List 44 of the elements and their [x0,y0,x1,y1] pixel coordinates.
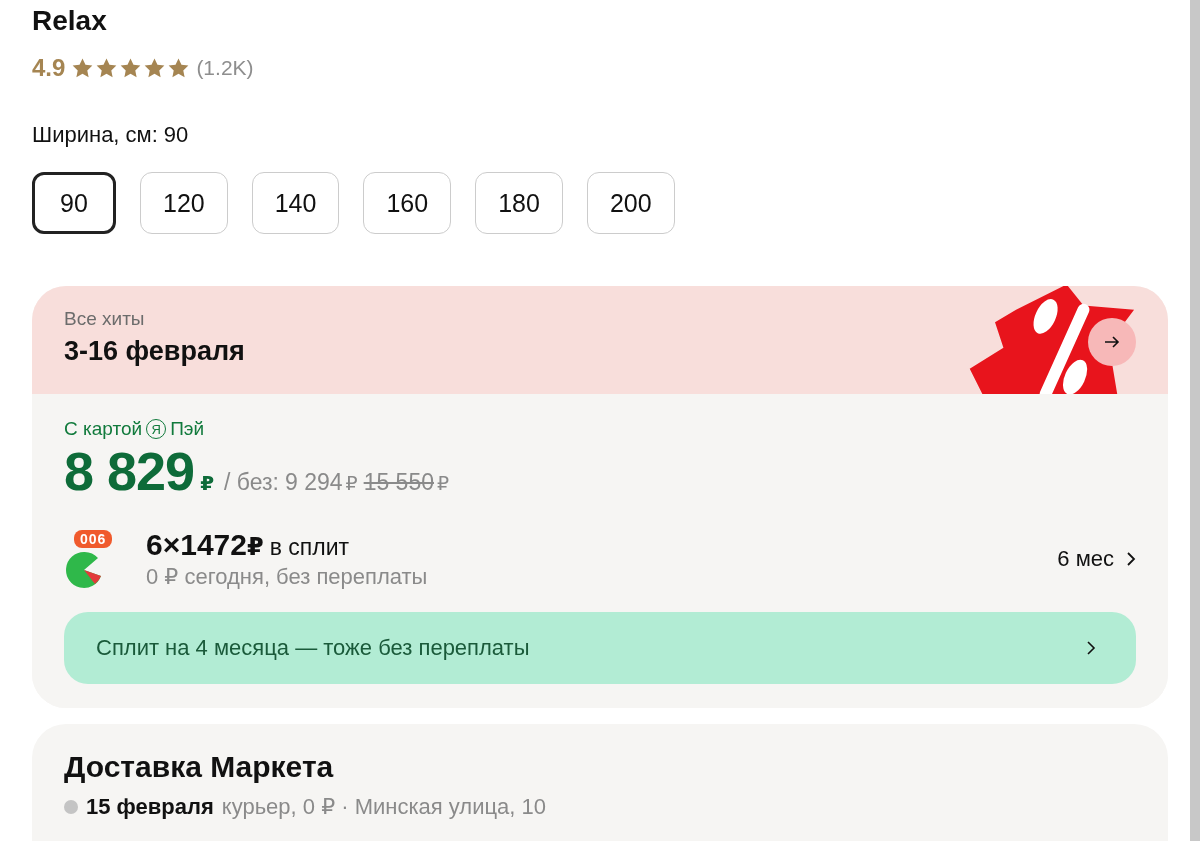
chevron-right-icon [1126,551,1136,567]
star-icon [71,57,95,79]
delivery-title: Доставка Маркета [64,750,335,784]
split-offer-banner[interactable]: Сплит на 4 месяца — тоже без переплаты [64,612,1136,684]
counter-badge: 006 [74,530,113,548]
status-dot [64,800,78,814]
width-option[interactable]: 160 [363,172,452,234]
promo-banner[interactable]: Все хиты 3-16 февраля [32,286,1168,394]
card-price: 8 829 [64,440,195,502]
delivery-date: 15 февраля [86,794,214,820]
chevron-right-icon [1086,640,1096,656]
star-icon [95,57,119,79]
star-icon [119,57,143,79]
scrollbar[interactable] [1190,0,1200,841]
old-price: 15 550 [363,469,434,496]
width-option[interactable]: 120 [140,172,228,234]
promo-caption: Все хиты [64,308,146,330]
width-value: 90 [163,122,189,148]
width-option[interactable]: 200 [586,172,675,234]
promo-dates: 3-16 февраля [64,336,245,367]
split-row[interactable]: 006 6×1472₽ в сплит 0 ₽ сегодня, без переплаты 6 мес [64,524,1136,594]
pay-name: Пэй [170,418,205,440]
width-option[interactable]: 140 [251,172,340,234]
star-icon [167,57,191,79]
split-subtitle: 0 ₽ сегодня, без переплаты [146,564,429,590]
currency-sign: ₽ [246,533,264,560]
currency-sign: ₽ [437,472,450,495]
installment-amount: 6×1472 [146,528,247,561]
product-title: Relax [32,4,108,38]
split-period: 6 мес [1057,546,1114,572]
regular-price: 9 294 [285,469,343,496]
split-offer-text: Сплит на 4 месяца — тоже без переплаты [96,635,530,661]
card-label: С картой [64,418,143,440]
width-label: Ширина, см: [32,122,158,148]
delivery-details: курьер, 0 ₽ · Минская улица, 10 [221,794,547,820]
without-card-label: / без: [224,469,279,496]
star-icon [143,57,167,79]
rating-score: 4.9 [32,54,66,82]
currency-sign: ₽ [200,471,215,495]
melon-icon [64,550,104,590]
width-option[interactable]: 90 [32,172,116,234]
split-label: в сплит [269,534,350,560]
width-option[interactable]: 180 [475,172,563,234]
currency-sign: ₽ [345,472,358,495]
